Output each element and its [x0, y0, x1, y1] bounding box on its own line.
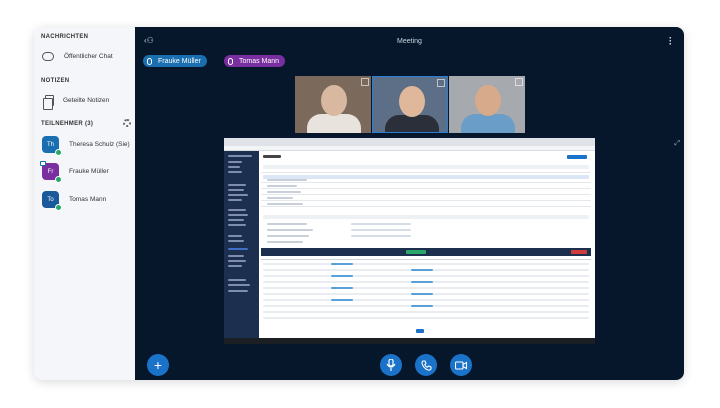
tile-expand-icon[interactable]	[515, 78, 523, 86]
notes-icon	[43, 95, 54, 110]
shared-browser-tabs	[224, 138, 595, 146]
public-chat-item[interactable]: Öffentlicher Chat	[42, 52, 113, 61]
avatar: Th	[42, 136, 62, 156]
screen-share	[224, 138, 595, 344]
sidebar: NACHRICHTEN Öffentlicher Chat NOTIZEN Ge…	[34, 27, 135, 380]
meeting-stage: ‹⚇ Meeting · · · Frauke Müller Tomas Mann …	[135, 27, 684, 380]
video-toggle-button[interactable]	[450, 354, 472, 376]
avatar: To	[42, 191, 62, 211]
plus-icon: +	[153, 357, 163, 373]
avatar: Fr	[40, 161, 62, 183]
video-tile[interactable]	[449, 76, 525, 133]
public-chat-label: Öffentlicher Chat	[64, 53, 113, 60]
mic-icon	[228, 57, 233, 65]
tile-expand-icon[interactable]	[437, 79, 445, 87]
messages-section-title: NACHRICHTEN	[41, 34, 89, 40]
chat-icon	[42, 52, 54, 61]
add-button[interactable]: +	[147, 354, 169, 376]
notes-section-title: NOTIZEN	[41, 78, 70, 84]
participant-name: Theresa Schulz (Sie)	[69, 141, 130, 148]
more-options-icon[interactable]: · · ·	[669, 34, 672, 49]
moderator-icon	[40, 161, 46, 166]
speaker-pill: Tomas Mann	[224, 55, 286, 67]
participant-item[interactable]: To Tomas Mann	[42, 191, 107, 211]
gear-icon[interactable]	[123, 119, 131, 127]
mic-icon	[386, 359, 396, 371]
shared-app-nav	[224, 151, 259, 338]
participant-name: Tomas Mann	[69, 196, 107, 203]
phone-button[interactable]	[415, 354, 437, 376]
shared-notes-item[interactable]: Geteilte Notizen	[43, 95, 110, 110]
tile-expand-icon[interactable]	[361, 78, 369, 86]
shared-table-header	[261, 248, 591, 256]
shared-taskbar	[224, 338, 595, 344]
video-tile[interactable]	[372, 76, 448, 133]
shared-notes-label: Geteilte Notizen	[63, 97, 110, 104]
video-tile[interactable]	[295, 76, 371, 133]
status-badge	[55, 149, 62, 156]
status-badge	[55, 204, 62, 211]
participants-section-title: TEILNEHMER (3)	[41, 121, 94, 127]
shared-app-content	[261, 151, 593, 338]
meeting-title: Meeting	[397, 38, 422, 45]
phone-icon	[420, 359, 432, 371]
status-badge	[55, 176, 62, 183]
fullscreen-icon[interactable]: ⤢	[674, 140, 680, 148]
speaker-pill: Frauke Müller	[143, 55, 207, 67]
participant-name: Frauke Müller	[69, 168, 109, 175]
mic-icon	[147, 57, 152, 65]
video-icon	[455, 360, 467, 370]
participant-item[interactable]: Fr Frauke Müller	[40, 161, 109, 183]
participant-item[interactable]: Th Theresa Schulz (Sie)	[42, 136, 130, 156]
meeting-app: NACHRICHTEN Öffentlicher Chat NOTIZEN Ge…	[34, 27, 684, 380]
mic-toggle-button[interactable]	[380, 354, 402, 376]
